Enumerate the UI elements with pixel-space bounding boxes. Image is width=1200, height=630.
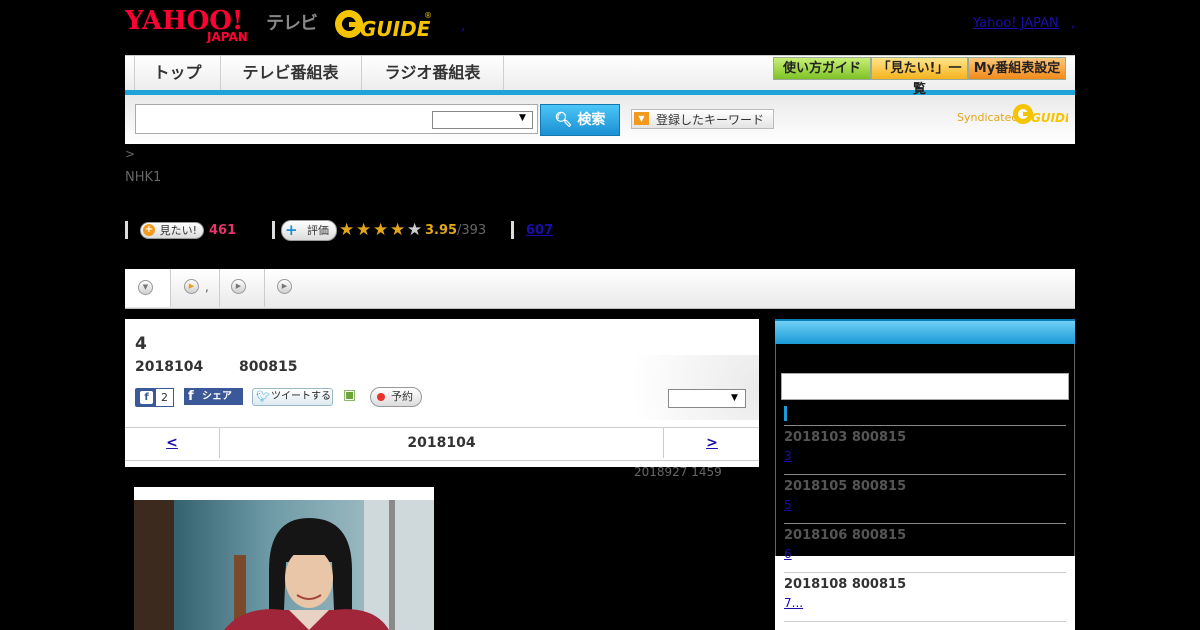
current-episode-date: 2018104 [407, 435, 476, 451]
dropdown-arrow-icon: ▼ [634, 112, 649, 125]
divider [272, 221, 275, 239]
svg-text:®: ® [424, 11, 432, 20]
nav-tab-tv-listings[interactable]: テレビ番組表 [220, 56, 362, 90]
usage-guide-button[interactable]: 使い方ガイド [773, 57, 871, 80]
divider [125, 221, 128, 239]
rating-value: 3.95 [425, 223, 458, 238]
want-to-watch-count: 461 [209, 223, 237, 238]
sidebar-white-area [775, 556, 1075, 630]
review-count-link[interactable]: 607 [526, 223, 553, 238]
syndicated-gguide-logo: GUIDE [1012, 103, 1074, 125]
episode-date: 2018106 800815 [784, 528, 907, 543]
sidebar-marker [784, 406, 787, 421]
star-icon: ★ [373, 220, 389, 240]
syndicated-label: Syndicated [957, 111, 1019, 124]
divider [784, 523, 1066, 524]
episode-date: 2018105 800815 [784, 479, 907, 494]
nav-tab-radio-listings[interactable]: ラジオ番組表 [362, 56, 504, 90]
search-button[interactable]: 🔍︎ 検索 [540, 104, 620, 136]
svg-text:GUIDE: GUIDE [360, 17, 431, 41]
calendar-plus-icon[interactable]: ▣ [343, 387, 359, 403]
plus-icon: + [143, 224, 155, 236]
divider [784, 425, 1066, 426]
program-time: 800815 [239, 359, 298, 375]
header-dot-link[interactable]: , [461, 19, 465, 34]
tab-2-label: , [205, 280, 209, 294]
twitter-icon: 🐦︎ [256, 390, 270, 403]
sidebar-input[interactable] [781, 373, 1069, 400]
search-button-label: 検索 [577, 112, 606, 128]
yahoo-japan-dot: , [1071, 16, 1076, 31]
program-date: 2018104 [135, 359, 204, 375]
rating-count: /393 [457, 223, 487, 238]
star-icon: ★ [407, 220, 423, 240]
yahoo-japan-link[interactable]: Yahoo! JAPAN [973, 16, 1059, 31]
star-icon: ★ [339, 220, 355, 240]
search-category-select[interactable] [432, 111, 533, 129]
my-listings-settings-button[interactable]: My番組表設定 [968, 57, 1066, 80]
previous-episode-link[interactable]: < [125, 428, 220, 458]
registered-keywords-label: 登録したキーワード [656, 113, 765, 127]
svg-text:GUIDE: GUIDE [1031, 111, 1068, 125]
chevron-down-icon: ▼ [138, 280, 153, 295]
episode-link[interactable]: 6 [784, 547, 846, 561]
divider [784, 621, 1066, 622]
logo-terebi: テレビ [266, 13, 318, 34]
sidebar-header [775, 319, 1075, 344]
episode-link[interactable]: 3 [784, 449, 846, 463]
record-icon [377, 393, 385, 401]
divider [784, 572, 1066, 573]
logo-japan-text: JAPAN [206, 30, 248, 43]
want-to-watch-list-button[interactable]: 「見たい!」一覧 [871, 57, 968, 97]
star-icon: ★ [390, 220, 406, 240]
program-title: 4 [135, 334, 147, 354]
facebook-icon: f [140, 391, 153, 404]
next-episode-link[interactable]: > [663, 428, 760, 458]
nav-tab-top[interactable]: トップ [134, 56, 221, 90]
panel-decoration [580, 355, 759, 420]
episode-date: 2018103 800815 [784, 430, 907, 445]
star-icon: ★ [356, 220, 372, 240]
divider [784, 474, 1066, 475]
dropdown-arrow-icon: ▼ [519, 113, 526, 123]
divider [511, 221, 514, 239]
play-icon: ▶ [184, 279, 199, 294]
gguide-logo[interactable]: GUIDE ® [334, 6, 434, 42]
play-icon: ▶ [231, 279, 246, 294]
yahoo-japan-logo[interactable]: YAHOO! JAPAN [124, 5, 262, 44]
plus-icon: + [285, 221, 298, 239]
facebook-icon: f [188, 389, 194, 404]
program-photo [134, 500, 434, 630]
episode-link[interactable]: 5 [784, 498, 846, 512]
play-icon: ▶ [277, 279, 292, 294]
dropdown-arrow-icon: ▼ [731, 393, 738, 403]
channel-name: NHK1 [125, 170, 162, 185]
facebook-like-count: 2 [155, 388, 174, 407]
episode-date: 2018108 800815 [784, 577, 907, 592]
last-updated: 2018927 1459 [634, 465, 722, 479]
search-icon: 🔍︎ [554, 112, 573, 128]
breadcrumb[interactable]: > [125, 147, 135, 161]
episode-link[interactable]: 7... [784, 596, 859, 610]
